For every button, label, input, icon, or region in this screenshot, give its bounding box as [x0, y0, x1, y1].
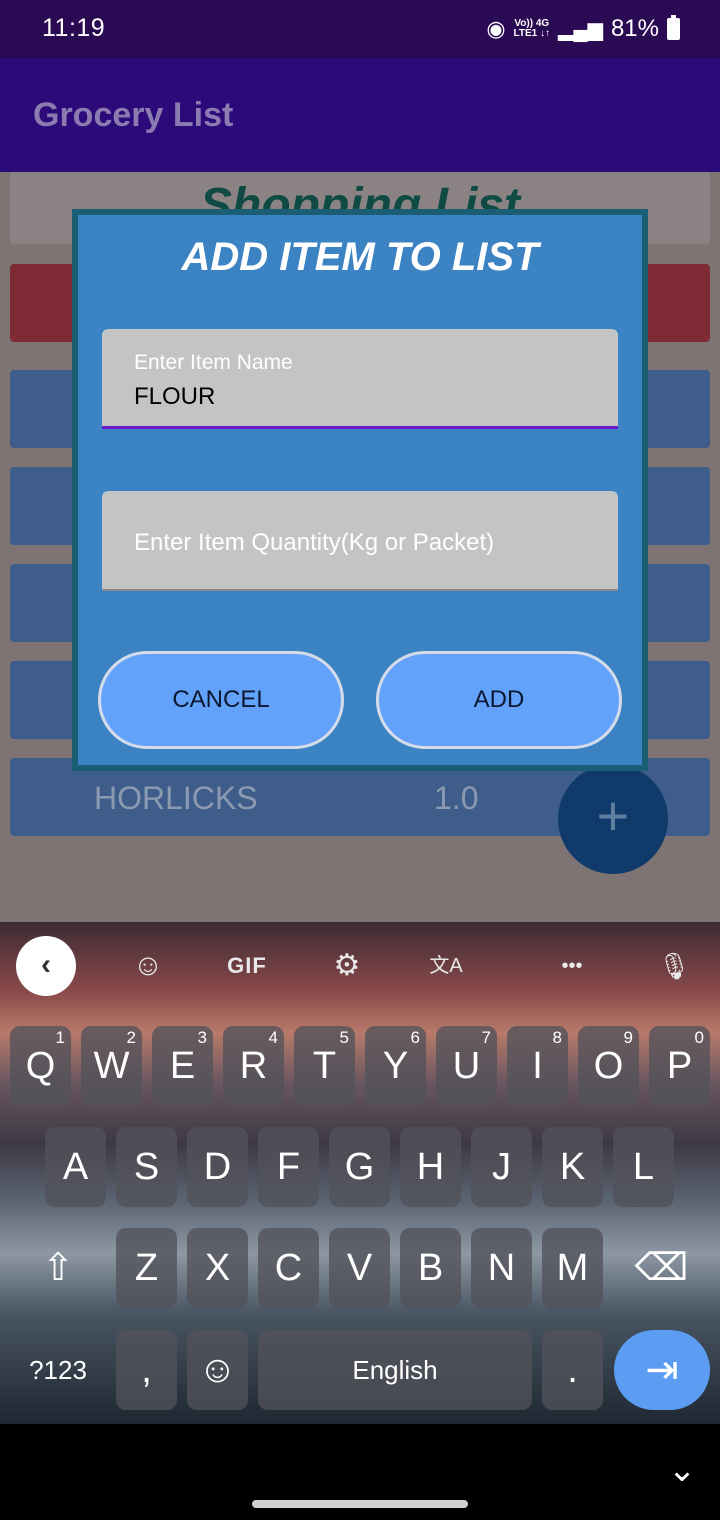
- key-i[interactable]: I8: [507, 1026, 568, 1106]
- space-bar[interactable]: English: [258, 1330, 532, 1410]
- key-d[interactable]: D: [187, 1127, 248, 1207]
- app-bar: Grocery List: [0, 58, 720, 172]
- period-key[interactable]: .: [542, 1330, 603, 1410]
- soft-keyboard: ‹ ☺ GIF ⚙ 文A ••• 🎙 Q1 W2 E3 R4 T5 Y6 U7 …: [0, 922, 720, 1424]
- cancel-button[interactable]: CANCEL: [98, 651, 344, 749]
- key-n[interactable]: N: [471, 1228, 532, 1308]
- item-name-value[interactable]: FLOUR: [134, 383, 215, 411]
- key-u[interactable]: U7: [436, 1026, 497, 1106]
- navigation-bar: ⌄: [0, 1424, 720, 1520]
- key-j[interactable]: J: [471, 1127, 532, 1207]
- signal-icon: ▂▄▆: [558, 18, 603, 41]
- status-time: 11:19: [42, 14, 106, 42]
- backspace-icon[interactable]: ⌫: [613, 1228, 710, 1308]
- item-name: HORLICKS: [94, 780, 258, 816]
- add-item-fab[interactable]: +: [558, 764, 668, 874]
- emoji-icon[interactable]: ☺: [187, 1330, 248, 1410]
- gif-button[interactable]: GIF: [222, 942, 272, 990]
- key-x[interactable]: X: [187, 1228, 248, 1308]
- home-handle[interactable]: [252, 1500, 468, 1508]
- hotspot-icon: ◉: [486, 16, 506, 41]
- item-name-label: Enter Item Name: [134, 351, 293, 374]
- sticker-icon[interactable]: ☺: [126, 942, 170, 990]
- key-w[interactable]: W2: [81, 1026, 142, 1106]
- item-quantity: 1.0: [434, 780, 479, 816]
- microphone-icon[interactable]: 🎙: [652, 942, 696, 990]
- app-title: Grocery List: [33, 96, 234, 134]
- add-button[interactable]: ADD: [376, 651, 622, 749]
- item-quantity-placeholder: Enter Item Quantity(Kg or Packet): [134, 529, 495, 556]
- key-a[interactable]: A: [45, 1127, 106, 1207]
- key-m[interactable]: M: [542, 1228, 603, 1308]
- item-name-field[interactable]: Enter Item Name FLOUR: [102, 329, 618, 429]
- comma-key[interactable]: ,: [116, 1330, 177, 1410]
- network-type: Vo)) 4G LTE1 ↓↑: [513, 18, 551, 39]
- item-quantity-field[interactable]: Enter Item Quantity(Kg or Packet): [102, 491, 618, 591]
- symbols-key[interactable]: ?123: [10, 1330, 106, 1410]
- battery-icon: [667, 15, 680, 40]
- key-q[interactable]: Q1: [10, 1026, 71, 1106]
- keyboard-toolbar: ‹ ☺ GIF ⚙ 文A ••• 🎙: [0, 922, 720, 1012]
- key-c[interactable]: C: [258, 1228, 319, 1308]
- battery-percent: 81%: [610, 15, 659, 42]
- key-f[interactable]: F: [258, 1127, 319, 1207]
- status-icons: ◉ Vo)) 4G LTE1 ↓↑ ▂▄▆ 81%: [486, 14, 680, 44]
- back-arrow-icon[interactable]: ‹: [16, 936, 76, 996]
- key-l[interactable]: L: [613, 1127, 674, 1207]
- dialog-title: ADD ITEM TO LIST: [181, 235, 539, 279]
- key-e[interactable]: E3: [152, 1026, 213, 1106]
- key-k[interactable]: K: [542, 1127, 603, 1207]
- enter-next-icon[interactable]: ⇥: [614, 1330, 710, 1410]
- key-p[interactable]: P0: [649, 1026, 710, 1106]
- status-bar: 11:19 ◉ Vo)) 4G LTE1 ↓↑ ▂▄▆ 81%: [0, 0, 720, 58]
- key-b[interactable]: B: [400, 1228, 461, 1308]
- key-g[interactable]: G: [329, 1127, 390, 1207]
- add-item-dialog: ADD ITEM TO LIST Enter Item Name FLOUR E…: [72, 209, 648, 771]
- key-y[interactable]: Y6: [365, 1026, 426, 1106]
- hide-keyboard-chevron-icon[interactable]: ⌄: [660, 1448, 704, 1492]
- key-o[interactable]: O9: [578, 1026, 639, 1106]
- key-t[interactable]: T5: [294, 1026, 355, 1106]
- key-v[interactable]: V: [329, 1228, 390, 1308]
- key-z[interactable]: Z: [116, 1228, 177, 1308]
- settings-gear-icon[interactable]: ⚙: [325, 942, 369, 990]
- key-r[interactable]: R4: [223, 1026, 284, 1106]
- key-h[interactable]: H: [400, 1127, 461, 1207]
- shift-key[interactable]: ⇧: [10, 1228, 106, 1308]
- more-icon[interactable]: •••: [550, 942, 594, 990]
- key-s[interactable]: S: [116, 1127, 177, 1207]
- translate-icon[interactable]: 文A: [424, 942, 468, 990]
